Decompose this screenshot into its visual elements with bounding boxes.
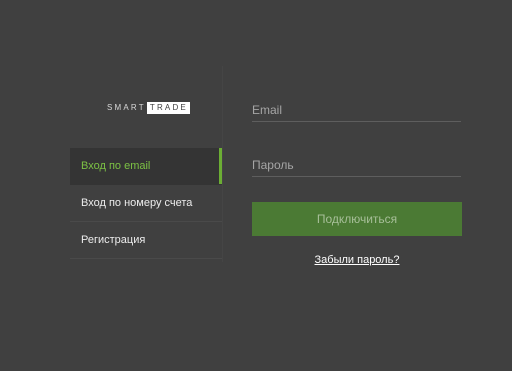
logo-text-trade: TRADE [146,101,190,114]
connect-button[interactable]: Подключиться [252,202,462,236]
panel-divider [222,66,223,262]
nav-item-label: Регистрация [81,234,146,246]
forgot-password-link[interactable]: Забыли пароль? [252,254,462,266]
login-page: SMART TRADE Вход по email Вход по номеру… [0,0,512,371]
nav-item-email-login[interactable]: Вход по email [70,148,222,185]
nav-item-label: Вход по email [81,160,151,172]
login-menu-panel: SMART TRADE Вход по email Вход по номеру… [70,66,222,260]
nav-item-account-number-login[interactable]: Вход по номеру счета [70,185,222,222]
email-field [252,99,461,122]
logo-text-smart: SMART [107,103,146,112]
nav-item-label: Вход по номеру счета [81,197,193,209]
password-field [252,154,461,177]
smarttrade-logo: SMART TRADE [107,101,190,114]
login-method-nav: Вход по email Вход по номеру счета Регис… [70,148,222,259]
email-input[interactable] [252,99,461,121]
password-input[interactable] [252,154,461,176]
nav-item-registration[interactable]: Регистрация [70,222,222,259]
